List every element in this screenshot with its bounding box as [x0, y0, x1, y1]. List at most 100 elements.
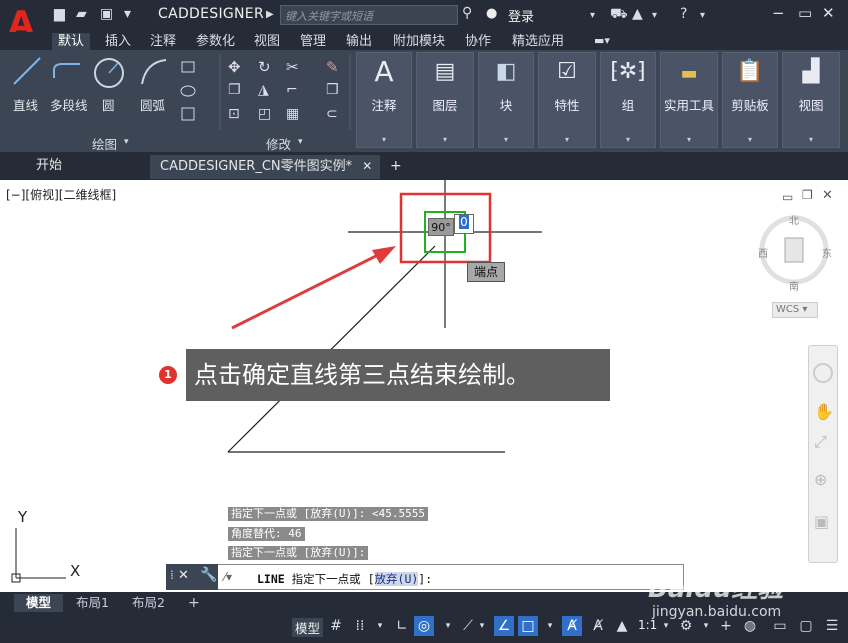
auto-scale-icon[interactable]: Ⱥ — [588, 616, 608, 636]
help-icon[interactable]: ? — [680, 6, 687, 22]
polyline-button[interactable]: 多段线 — [50, 95, 88, 114]
compass-north[interactable]: 北 — [789, 212, 799, 227]
layers-button[interactable]: ▤ 图层 ▾ — [416, 52, 474, 148]
scale-icon[interactable]: ◰ — [258, 106, 280, 128]
a360-dropdown-icon[interactable]: ▾ — [652, 10, 657, 21]
tab-annotate[interactable]: 注释 — [144, 33, 182, 51]
modify-panel-title[interactable]: 修改 — [266, 134, 291, 153]
line-button[interactable]: 直线 — [13, 95, 38, 114]
tab-default[interactable]: 默认 — [52, 33, 91, 51]
search-input[interactable]: 键入关键字或短语 — [280, 5, 458, 25]
new-tab-icon[interactable]: + — [390, 155, 402, 179]
draw-panel-dropdown-icon[interactable]: ▾ — [124, 137, 129, 147]
fillet-icon[interactable]: ⌐ — [286, 82, 308, 104]
arc-button[interactable]: 圆弧 — [140, 95, 165, 114]
group-button[interactable]: ⁅✲⁆ 组 ▾ — [600, 52, 656, 148]
osnap-dropdown-icon[interactable]: ▾ — [540, 616, 560, 636]
showmotion-icon[interactable]: ▣ — [814, 512, 829, 531]
viewport-minimize-icon[interactable]: ▭ — [782, 190, 793, 204]
close-tab-icon[interactable]: ✕ — [362, 159, 372, 173]
grid-icon[interactable]: # — [326, 616, 346, 636]
tab-collaborate[interactable]: 协作 — [459, 33, 497, 51]
customize-wrench-icon[interactable]: 🔧 — [200, 567, 217, 583]
copy-icon[interactable]: ❐ — [228, 82, 250, 104]
cart-icon[interactable]: ⛟ — [610, 6, 628, 24]
ribbon-display-icon[interactable]: ▬▾ — [594, 34, 610, 47]
close-window-icon[interactable]: ✕ — [822, 4, 835, 22]
a360-icon[interactable]: ▲ — [632, 6, 643, 22]
tab-document[interactable]: CADDESIGNER_CN零件图实例* ✕ — [150, 155, 380, 179]
ortho-icon[interactable]: ∟ — [392, 616, 412, 636]
annotation-button[interactable]: A 注释 ▾ — [356, 52, 412, 148]
tab-addins[interactable]: 附加模块 — [387, 33, 451, 51]
annotation-visibility-icon[interactable]: Ⱥ — [562, 616, 582, 636]
move-icon[interactable]: ✥ — [228, 58, 250, 80]
pan-hand-icon[interactable]: ✋ — [814, 402, 834, 421]
polar-tracking-icon[interactable]: ◎ — [414, 616, 434, 636]
tab-manage[interactable]: 管理 — [294, 33, 332, 51]
explode-icon[interactable]: ❒ — [326, 82, 348, 104]
offset-icon[interactable]: ⊂ — [326, 106, 348, 128]
mirror-icon[interactable]: ◮ — [258, 82, 280, 104]
customization-menu-icon[interactable]: ☰ — [822, 616, 842, 636]
orbit-icon[interactable]: ⊕ — [814, 470, 827, 489]
annotation-scale-icon[interactable]: ▲ — [612, 616, 632, 636]
tab-featured-apps[interactable]: 精选应用 — [506, 33, 570, 51]
polar-dropdown-icon[interactable]: ▾ — [438, 616, 458, 636]
clipboard-button[interactable]: 📋 剪贴板 ▾ — [722, 52, 778, 148]
compass-east[interactable]: 东 — [822, 245, 832, 260]
stretch-icon[interactable]: ⊡ — [228, 106, 250, 128]
add-layout-icon[interactable]: + — [188, 594, 200, 612]
object-snap-icon[interactable]: □ — [518, 616, 538, 636]
close-command-icon[interactable]: ✕ — [178, 568, 189, 583]
compass-south[interactable]: 南 — [789, 278, 799, 293]
draw-panel-title[interactable]: 绘图 — [92, 134, 117, 153]
new-file-icon[interactable]: ▆ — [54, 6, 65, 22]
save-icon[interactable]: ▣ — [100, 6, 113, 22]
view-button[interactable]: ▟ 视图 ▾ — [782, 52, 840, 148]
modify-panel-dropdown-icon[interactable]: ▾ — [298, 137, 303, 147]
distance-input[interactable]: 0 — [454, 214, 474, 234]
viewport-restore-icon[interactable]: ❐ — [802, 188, 813, 202]
isodraft-dropdown-icon[interactable]: ▾ — [472, 616, 492, 636]
compass-west[interactable]: 西 — [758, 245, 768, 260]
command-recent-icon[interactable]: ⁄▾ — [224, 570, 232, 584]
utilities-button[interactable]: ▬ 实用工具 ▾ — [660, 52, 718, 148]
scale-selector[interactable]: 1:1 — [638, 618, 657, 632]
tab-output[interactable]: 输出 — [340, 33, 378, 51]
tab-start[interactable]: 开始 — [36, 155, 62, 179]
model-space-toggle[interactable]: 模型 — [292, 618, 324, 637]
block-button[interactable]: ◧ 块 ▾ — [478, 52, 534, 148]
properties-button[interactable]: ☑ 特性 ▾ — [538, 52, 596, 148]
quick-access-more-icon[interactable]: ▾ — [124, 6, 131, 22]
open-folder-icon[interactable]: ▰ — [76, 6, 87, 22]
command-line-handle[interactable]: ⁞ ✕ 🔧 — [166, 564, 218, 590]
login-dropdown-icon[interactable]: ▾ — [590, 10, 595, 21]
rotate-icon[interactable]: ↻ — [258, 58, 280, 80]
tab-parametric[interactable]: 参数化 — [190, 33, 241, 51]
login-button[interactable]: 登录 — [508, 6, 534, 25]
minimize-icon[interactable]: − — [772, 4, 785, 22]
maximize-icon[interactable]: ▭ — [798, 4, 812, 22]
undo-option[interactable]: 放弃(U) — [374, 572, 419, 586]
object-snap-tracking-icon[interactable]: ∠ — [494, 616, 514, 636]
steering-wheel-icon[interactable] — [813, 363, 833, 383]
tab-layout2[interactable]: 布局2 — [132, 594, 165, 612]
search-icon[interactable]: ⚲ — [462, 5, 480, 23]
trim-icon[interactable]: ✂ — [286, 58, 308, 80]
circle-button[interactable]: 圆 — [102, 95, 115, 114]
tab-layout1[interactable]: 布局1 — [76, 594, 109, 612]
tab-view[interactable]: 视图 — [248, 33, 286, 51]
help-dropdown-icon[interactable]: ▾ — [700, 10, 705, 21]
tab-insert[interactable]: 插入 — [99, 33, 137, 51]
title-arrow-icon[interactable]: ▶ — [266, 9, 274, 20]
grip-icon[interactable]: ⁞ — [170, 568, 174, 582]
zoom-extents-icon[interactable]: ⤢ — [814, 432, 827, 452]
wcs-dropdown[interactable]: WCS ▾ — [772, 302, 818, 318]
user-icon[interactable]: ● — [486, 6, 497, 21]
clean-screen-icon[interactable]: ▢ — [796, 616, 816, 636]
array-icon[interactable]: ▦ — [286, 106, 308, 128]
snap-mode-icon[interactable]: ⁞⁞ — [350, 616, 370, 636]
viewport-close-icon[interactable]: ✕ — [822, 188, 833, 203]
snap-dropdown-icon[interactable]: ▾ — [370, 616, 390, 636]
